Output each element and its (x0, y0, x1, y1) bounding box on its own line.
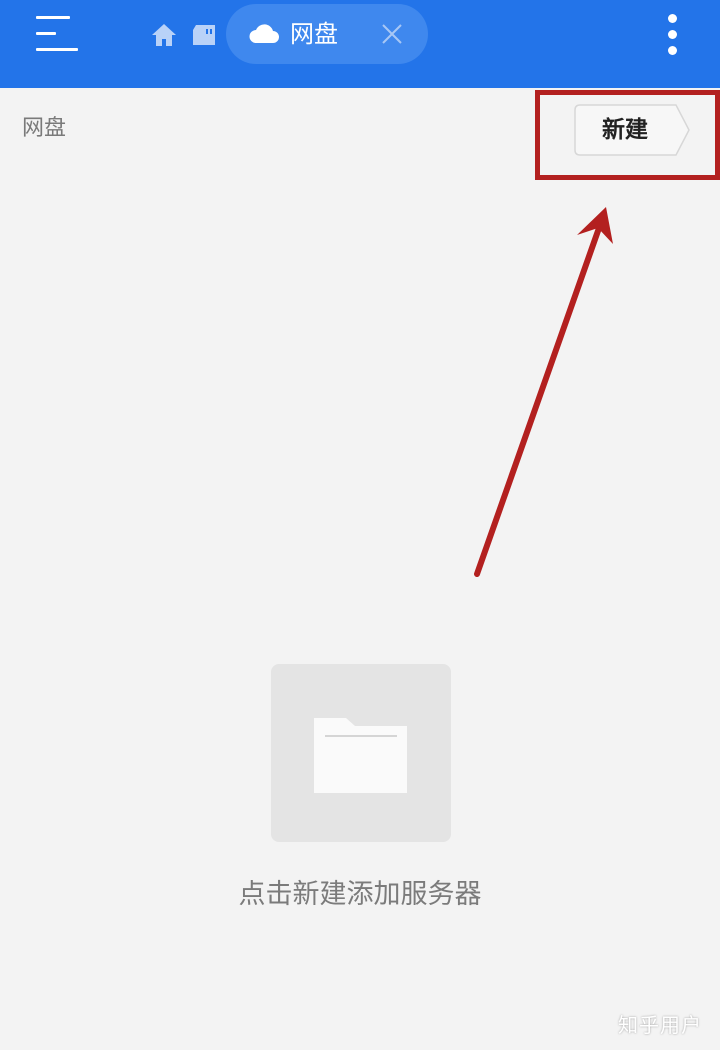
empty-state-card (271, 664, 451, 842)
storage-card-icon[interactable] (192, 24, 216, 46)
close-icon[interactable] (380, 22, 404, 46)
more-vertical-icon[interactable] (664, 14, 680, 56)
watermark: 知乎用户 (618, 1013, 702, 1037)
home-icon[interactable] (151, 22, 177, 48)
folder-icon (314, 718, 407, 793)
top-app-bar: 网盘 (0, 0, 720, 88)
tab-netdisk[interactable]: 网盘 (226, 4, 428, 64)
annotation-highlight-box (535, 90, 720, 180)
hamburger-menu-icon[interactable] (36, 16, 78, 52)
cloud-icon (249, 24, 279, 43)
empty-state-message: 点击新建添加服务器 (238, 879, 482, 910)
tab-label: 网盘 (290, 20, 338, 48)
breadcrumb[interactable]: 网盘 (22, 114, 66, 144)
